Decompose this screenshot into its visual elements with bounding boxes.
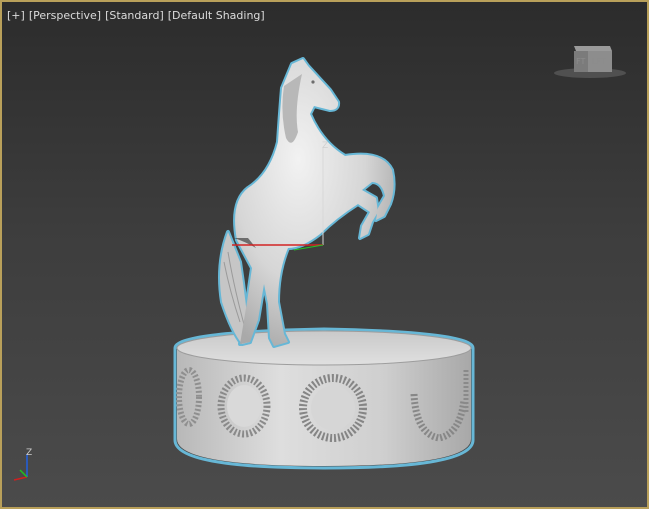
scene-canvas[interactable]: FT LFT Z Z: [2, 2, 647, 507]
horse-eye: [311, 80, 315, 84]
perspective-viewport[interactable]: [+] [Perspective] [Standard] [Default Sh…: [0, 0, 649, 509]
pedestal-base[interactable]: [173, 327, 475, 470]
world-y-axis: [19, 469, 28, 478]
viewcube[interactable]: FT LFT: [554, 46, 626, 78]
world-x-axis: [13, 476, 28, 481]
world-axis-tripod: Z: [13, 448, 32, 481]
viewcube-front-label: FT: [576, 57, 585, 66]
horse-model[interactable]: [218, 57, 396, 348]
horse-body: [235, 59, 394, 346]
viewcube-left-label: LFT: [592, 57, 606, 66]
world-z-label: Z: [26, 448, 32, 458]
viewcube-top-face[interactable]: [574, 46, 612, 51]
pivot-z-label: Z: [322, 141, 328, 151]
